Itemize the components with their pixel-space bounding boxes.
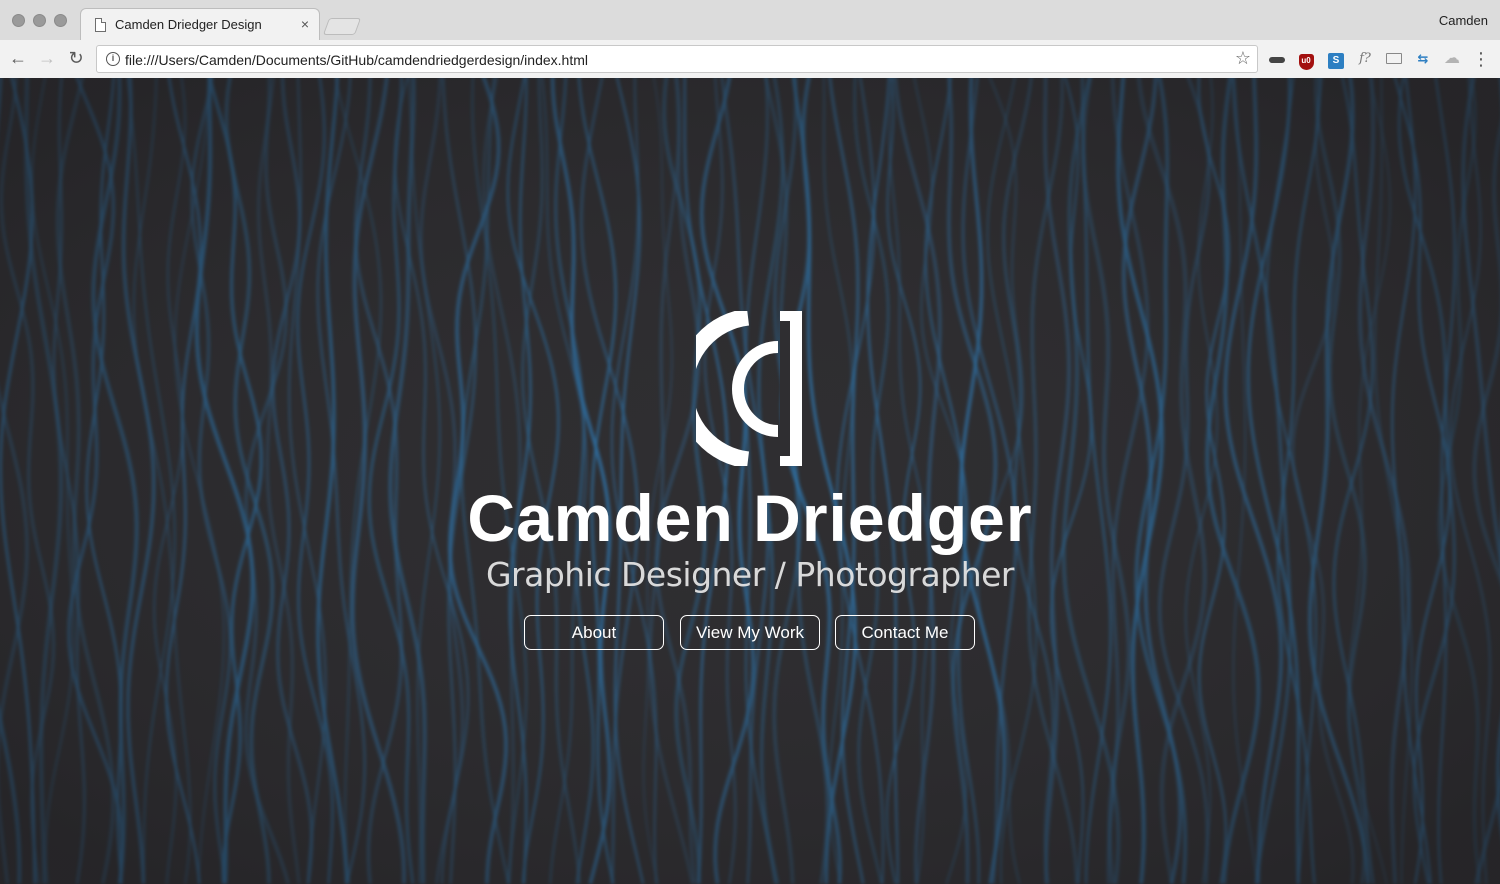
font-extension-icon[interactable]: f? — [1356, 50, 1374, 68]
page-viewport: Camden Driedger Graphic Designer / Photo… — [0, 78, 1500, 884]
s-extension-icon[interactable]: S — [1327, 50, 1345, 69]
address-bar[interactable]: i file:///Users/Camden/Documents/GitHub/… — [96, 45, 1258, 73]
cloud-extension-icon[interactable]: ☁ — [1443, 50, 1461, 68]
new-tab-button[interactable] — [322, 18, 362, 35]
window-maximize-button[interactable] — [54, 14, 67, 27]
profile-name[interactable]: Camden — [1439, 13, 1488, 28]
view-my-work-button[interactable]: View My Work — [680, 615, 820, 650]
reload-icon[interactable]: ↻ — [64, 46, 88, 70]
arrows-extension-icon[interactable]: ⇆ — [1414, 50, 1432, 68]
bookmark-star-icon[interactable]: ☆ — [1235, 48, 1251, 69]
browser-toolbar: ← → ↻ i file:///Users/Camden/Documents/G… — [0, 40, 1500, 78]
hero-subtitle: Graphic Designer / Photographer — [485, 555, 1015, 594]
browser-tab[interactable]: Camden Driedger Design × — [80, 8, 320, 41]
window-close-button[interactable] — [12, 14, 25, 27]
page-icon — [95, 18, 106, 32]
about-button[interactable]: About — [524, 615, 664, 650]
screen-extension-icon[interactable] — [1385, 50, 1403, 68]
back-icon[interactable]: ← — [6, 46, 30, 70]
hero-name: Camden Driedger — [467, 481, 1033, 555]
contact-me-button[interactable]: Contact Me — [835, 615, 975, 650]
glasses-extension-icon[interactable] — [1268, 50, 1286, 68]
tab-title: Camden Driedger Design — [115, 17, 262, 32]
tab-close-icon[interactable]: × — [301, 16, 309, 32]
window-minimize-button[interactable] — [33, 14, 46, 27]
ublock-extension-icon[interactable]: u0 — [1297, 50, 1315, 70]
browser-chrome: Camden Driedger Design × Camden ← → ↻ i … — [0, 0, 1500, 78]
browser-menu-icon[interactable]: ⋮ — [1472, 50, 1490, 68]
forward-icon[interactable]: → — [35, 46, 59, 70]
url-text[interactable]: file:///Users/Camden/Documents/GitHub/ca… — [125, 52, 588, 68]
info-icon[interactable]: i — [106, 52, 120, 66]
cd-logo — [696, 311, 802, 466]
tab-strip: Camden Driedger Design × Camden — [0, 0, 1500, 41]
hero-section: Camden Driedger Graphic Designer / Photo… — [0, 78, 1500, 884]
